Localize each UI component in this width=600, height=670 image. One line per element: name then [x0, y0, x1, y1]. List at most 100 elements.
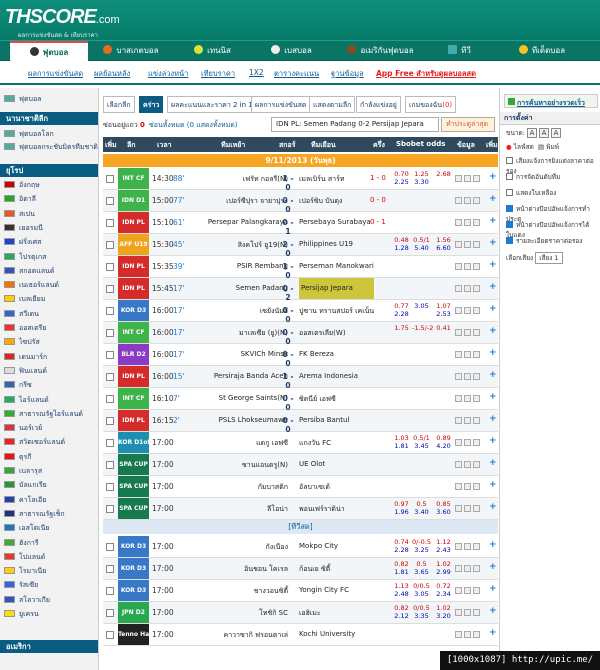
home-team[interactable]: กัมบาสติก: [258, 482, 288, 493]
league-badge[interactable]: JPN D2: [118, 602, 149, 623]
sidebar-country-24[interactable]: เอสโตเนีย: [4, 523, 49, 534]
odds-icon[interactable]: [473, 307, 480, 314]
odds-cell[interactable]: 0/-0.5 3.25: [412, 538, 431, 554]
tab-basketball[interactable]: บาสเกตบอล: [92, 41, 170, 61]
sidebar-country-4[interactable]: ฝรั่งเศส: [4, 237, 41, 248]
hide-all-link[interactable]: ซ่อนทั้งหมด (0 แสดงทั้งหมด): [149, 120, 237, 131]
away-team[interactable]: Perseman Manokwari: [299, 262, 374, 270]
table-row[interactable]: JPN D2 17:00 โทชิกิ SC เอฮิเมะ 0.82 2.12 0/0.5…: [103, 602, 498, 624]
odds-cell[interactable]: 3.05: [412, 302, 431, 310]
sidebar-country-18[interactable]: สวิตเซอร์แลนด์: [4, 437, 65, 448]
link-1x2[interactable]: 1X2: [249, 68, 264, 77]
sidebar-country-21[interactable]: บัลแกเรีย: [4, 480, 47, 491]
odds-cell[interactable]: -1.5/-2: [412, 324, 433, 332]
sidebar-country-13[interactable]: ฟินแลนด์: [4, 366, 47, 377]
row-checkbox[interactable]: [106, 329, 114, 337]
odds-cell[interactable]: 0.72 2.34: [434, 582, 453, 598]
odds-cell[interactable]: 1.13 2.48: [392, 582, 411, 598]
sidebar-country-28[interactable]: รัสเซีย: [4, 580, 38, 591]
row-checkbox[interactable]: [106, 631, 114, 639]
tab-tennis[interactable]: เทนนิส: [175, 41, 250, 61]
sidebar-country-23[interactable]: สาธารณรัฐเช็ก: [4, 509, 65, 520]
table-row[interactable]: IDN D1 15:00 77' เปอร์ซีปุรา จายาปุระ 0 - 0เ…: [103, 190, 498, 214]
away-team[interactable]: UE Olot: [299, 460, 325, 468]
odds-cell[interactable]: 1.75: [392, 324, 411, 332]
table-row[interactable]: KOR D1off 17:00 แดกู เอฟซี แกงวัน FC 1.03 1.8…: [103, 432, 498, 454]
row-checkbox[interactable]: [106, 373, 114, 381]
odds-icon[interactable]: [473, 329, 480, 336]
add-favorite-icon[interactable]: +: [489, 502, 497, 512]
sidebar-country-30[interactable]: ยูเครน: [4, 609, 39, 620]
add-favorite-icon[interactable]: +: [489, 370, 497, 380]
h2h-icon[interactable]: [464, 219, 471, 226]
row-checkbox[interactable]: [106, 543, 114, 551]
h2h-icon[interactable]: [464, 439, 471, 446]
sidebar-country-15[interactable]: ไอร์แลนด์: [4, 395, 49, 406]
sidebar-country-3[interactable]: เยอรมนี: [4, 223, 43, 234]
add-favorite-icon[interactable]: +: [489, 282, 497, 292]
odds-cell[interactable]: 1.25 3.30: [412, 170, 431, 186]
odds-icon[interactable]: [473, 505, 480, 512]
odds-icon[interactable]: [473, 587, 480, 594]
add-favorite-icon[interactable]: +: [489, 238, 497, 248]
row-checkbox[interactable]: [106, 483, 114, 491]
home-team[interactable]: ลีโอน่า: [267, 504, 288, 515]
analysis-icon[interactable]: [455, 461, 462, 468]
filter-by-league[interactable]: แสดงตามลีก: [309, 96, 356, 113]
row-checkbox[interactable]: [106, 505, 114, 513]
table-row[interactable]: BLR D2 16:00 17' SKVICh Minsk 0 - 0 FK Bereza…: [103, 344, 498, 368]
analysis-icon[interactable]: [455, 351, 462, 358]
away-team[interactable]: FK Bereza: [299, 350, 334, 358]
odds-icon[interactable]: [473, 241, 480, 248]
add-favorite-icon[interactable]: +: [489, 540, 497, 550]
sidebar-country-17[interactable]: นอร์เวย์: [4, 423, 42, 434]
odds-cell[interactable]: 0.5 3.65: [412, 560, 431, 576]
row-checkbox[interactable]: [106, 609, 114, 617]
row-checkbox[interactable]: [106, 565, 114, 573]
league-badge[interactable]: KOR D1off: [118, 432, 149, 453]
odds-cell[interactable]: 1.07 2.53: [434, 302, 453, 318]
away-team[interactable]: เอฮิเมะ: [299, 608, 321, 619]
home-team[interactable]: ซานแอนดรู(N): [242, 460, 288, 471]
row-checkbox[interactable]: [106, 461, 114, 469]
sidebar-league-0[interactable]: ฟุตบอลโลก: [4, 129, 54, 140]
sidebar-country-7[interactable]: เนเธอร์แลนด์: [4, 280, 59, 291]
table-row[interactable]: IDN PL 15:35 39' PSIR Rembang 1 - 0 Perseman …: [103, 256, 498, 280]
odds-icon[interactable]: [473, 219, 480, 226]
add-favorite-icon[interactable]: +: [489, 216, 497, 226]
away-team[interactable]: Philippines U19: [299, 240, 353, 248]
odds-cell[interactable]: 1.03 1.81: [392, 434, 411, 450]
league-badge[interactable]: KOR D3: [118, 580, 149, 601]
sidebar-country-9[interactable]: สวีเดน: [4, 309, 39, 320]
tab-football[interactable]: ฟุตบอล: [10, 41, 88, 61]
add-favorite-icon[interactable]: +: [489, 260, 497, 270]
league-badge[interactable]: IDN PL: [118, 410, 149, 431]
away-team[interactable]: Arema Indonesia: [299, 372, 358, 380]
row-checkbox[interactable]: [106, 587, 114, 595]
filter-brief[interactable]: คร่าว: [139, 96, 164, 113]
table-row[interactable]: Tenno Hai 17:00 คาวาซากิ ฟรอนตาเล่ Kochi Un…: [103, 624, 498, 646]
sidebar-country-12[interactable]: เดนมาร์ก: [4, 352, 47, 363]
odds-cell[interactable]: 2.68: [434, 170, 453, 178]
home-team[interactable]: กังเนือง: [266, 542, 288, 553]
live-tv-row[interactable]: [ทีวีสด]: [103, 520, 498, 534]
site-logo[interactable]: THSCORE.com: [5, 6, 120, 29]
home-team[interactable]: PSLS Lhokseumawe: [219, 416, 288, 424]
link-standings[interactable]: ตารางคะแนน: [274, 68, 319, 80]
league-badge[interactable]: SPA CUP: [118, 476, 149, 497]
odds-icon[interactable]: [473, 395, 480, 402]
table-row[interactable]: KOR D3 17:00 ชางวอนซิตี้ Yongin City FC 1.13…: [103, 580, 498, 602]
sidebar-country-27[interactable]: โรมาเนีย: [4, 566, 46, 577]
add-favorite-icon[interactable]: +: [489, 392, 497, 402]
h2h-icon[interactable]: [464, 565, 471, 572]
sidebar-country-26[interactable]: โปแลนด์: [4, 552, 45, 563]
analysis-icon[interactable]: [455, 307, 462, 314]
row-checkbox[interactable]: [106, 285, 114, 293]
league-badge[interactable]: INT CF: [118, 388, 149, 409]
row-checkbox[interactable]: [106, 395, 114, 403]
add-favorite-icon[interactable]: +: [489, 194, 497, 204]
h2h-icon[interactable]: [464, 329, 471, 336]
odds-cell[interactable]: 0.97 1.96: [392, 500, 411, 516]
add-favorite-icon[interactable]: +: [489, 348, 497, 358]
add-favorite-icon[interactable]: +: [489, 458, 497, 468]
